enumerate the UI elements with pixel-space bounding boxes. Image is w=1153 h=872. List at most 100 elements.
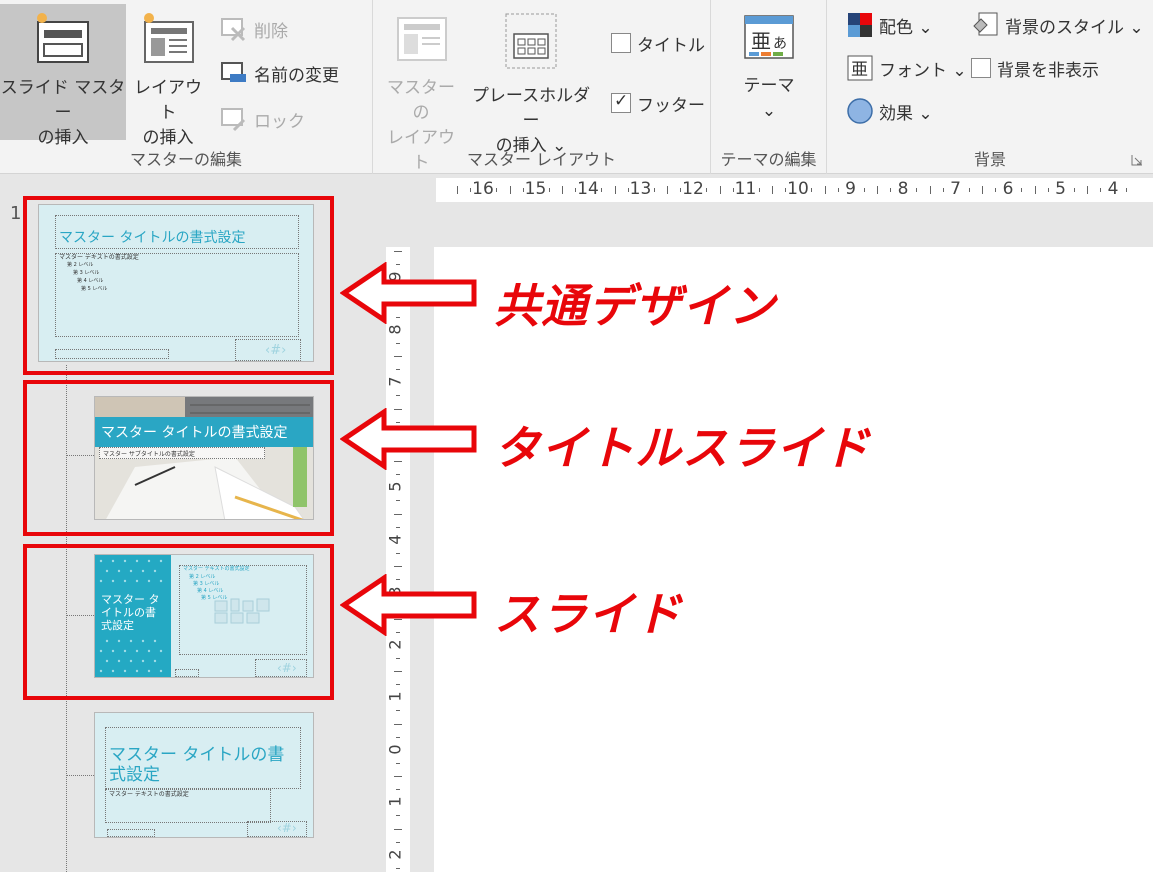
footer-checkbox[interactable]: フッター — [611, 88, 705, 118]
ruler-v-tick — [396, 474, 400, 475]
effects-label: 効果 ⌄ — [879, 103, 933, 124]
fonts-button[interactable]: 亜 フォント ⌄ — [847, 53, 967, 83]
delete-button[interactable]: 削除 — [220, 14, 288, 44]
colors-button[interactable]: 配色 ⌄ — [847, 10, 933, 40]
vertical-ruler: 987654321012 — [386, 247, 410, 872]
themes-button[interactable]: 亜 あ テーマ ⌄ — [715, 4, 823, 140]
insert-layout-button[interactable]: レイアウト の挿入 — [128, 4, 208, 148]
arrow-left-icon-2 — [340, 408, 477, 470]
ruler-h-tick — [470, 188, 471, 192]
insert-slide-master-button[interactable]: スライド マスター の挿入 — [0, 4, 126, 148]
master-layout-button[interactable]: マスターの レイアウト — [379, 4, 463, 173]
hide-background-label: 背景を非表示 — [997, 60, 1099, 81]
ruler-v-tick — [396, 369, 400, 370]
ruler-h-tick — [785, 188, 786, 192]
ruler-h-label: 10 — [787, 179, 809, 199]
ruler-h-tick — [509, 186, 511, 194]
ruler-h-tick — [575, 188, 576, 192]
thumbnail-layout-4[interactable]: マスター タイトルの書式設定 マスター テキストの書式設定 ‹#› — [94, 712, 314, 838]
svg-text:亜: 亜 — [751, 29, 771, 53]
highlight-slide — [23, 544, 334, 700]
ruler-h-label: 5 — [1055, 179, 1066, 199]
ruler-h-tick — [811, 188, 812, 192]
highlight-title-slide — [23, 380, 334, 536]
slide-number: 1 — [10, 203, 22, 224]
layout-icon — [144, 13, 194, 63]
ruler-h-tick — [548, 188, 550, 192]
ruler-v-label: 2 — [385, 848, 405, 860]
ruler-h-tick — [929, 186, 931, 194]
slide-canvas[interactable] — [434, 247, 1153, 872]
title-checkbox-box[interactable] — [611, 33, 631, 53]
ruler-v-tick — [396, 526, 400, 528]
ruler-h-tick — [1047, 188, 1049, 192]
theme-icon: 亜 あ — [744, 15, 794, 59]
fonts-label: フォント ⌄ — [879, 60, 967, 81]
ruler-v-tick — [396, 500, 400, 501]
layout4-thumb-body: マスター テキストの書式設定 — [109, 791, 189, 798]
ruler-h-label: 14 — [577, 179, 599, 199]
master-layout-icon — [397, 17, 447, 61]
slide-master-icon — [37, 13, 89, 63]
lock-icon — [221, 108, 246, 132]
ruler-h-tick — [457, 186, 458, 194]
ruler-h-tick — [496, 188, 497, 192]
footer-checkbox-box[interactable] — [611, 91, 631, 113]
ruler-v-tick — [396, 762, 400, 764]
dialog-launcher-icon[interactable] — [1131, 154, 1143, 166]
svg-text:あ: あ — [773, 36, 787, 52]
horizontal-ruler: 16 15 14 13 12 11 10 9 8 7 6 5 4 — [436, 178, 1153, 202]
ruler-h-tick — [995, 188, 996, 192]
ruler-h-tick — [1087, 186, 1088, 194]
ruler-h-tick — [653, 188, 655, 192]
ruler-v-label: 2 — [385, 638, 405, 650]
ruler-v-tick — [396, 552, 400, 554]
group-label-master-edit: マスターの編集 — [129, 150, 242, 169]
ruler-h-tick — [837, 188, 839, 192]
title-checkbox-label: タイトル — [637, 35, 705, 56]
ruler-h-tick — [719, 186, 721, 194]
ruler-h-tick — [863, 188, 865, 192]
ruler-h-label: 7 — [950, 179, 961, 199]
hide-background-checkbox[interactable]: 背景を非表示 — [971, 53, 1099, 83]
rename-label: 名前の変更 — [254, 65, 339, 86]
ruler-h-tick — [1034, 186, 1036, 194]
ruler-v-tick — [394, 513, 402, 515]
ruler-h-tick — [824, 186, 826, 194]
themes-label: テーマ — [743, 76, 795, 96]
lock-button[interactable]: ロック — [220, 104, 305, 134]
ruler-h-label: 15 — [524, 179, 547, 199]
rename-button[interactable]: 名前の変更 — [220, 58, 339, 88]
ruler-h-tick — [614, 186, 616, 194]
ruler-h-label: 13 — [629, 179, 652, 199]
ruler-h-tick — [758, 188, 760, 192]
insert-layout-label-1: レイアウト — [134, 78, 202, 123]
ruler-h-tick — [916, 188, 917, 192]
ruler-v-label: 5 — [385, 481, 405, 492]
master-layout-label-1: マスターの — [387, 78, 455, 123]
ruler-h-tick — [1126, 188, 1127, 192]
svg-text:亜: 亜 — [851, 60, 868, 80]
background-styles-button[interactable]: 背景のスタイル ⌄ — [973, 10, 1144, 40]
layout4-footer-placeholder — [107, 829, 155, 837]
hide-background-checkbox-box[interactable] — [971, 58, 991, 78]
effects-button[interactable]: 効果 ⌄ — [847, 96, 933, 126]
ruler-h-tick — [877, 186, 878, 194]
ruler-h-tick — [562, 186, 563, 194]
ruler-v-tick — [396, 841, 400, 843]
ruler-h-tick — [1073, 188, 1075, 192]
delete-label: 削除 — [254, 21, 288, 42]
insert-placeholder-button[interactable]: プレースホルダー の挿入 ⌄ — [467, 4, 595, 156]
ruler-v-tick — [396, 342, 400, 344]
ruler-v-tick — [394, 723, 402, 725]
rename-icon — [221, 62, 246, 82]
ruler-v-tick — [396, 710, 400, 711]
ruler-h-tick — [627, 188, 629, 192]
ruler-v-tick — [396, 684, 400, 685]
background-styles-label: 背景のスタイル ⌄ — [1005, 17, 1144, 38]
group-master-edit: スライド マスター の挿入 レイアウト の挿入 削除 名前の変更 ロック マスタ… — [0, 0, 373, 174]
ruler-v-label: 1 — [385, 796, 405, 807]
ruler-h-label: 4 — [1107, 179, 1119, 199]
title-checkbox[interactable]: タイトル — [611, 28, 705, 58]
ruler-h-tick — [601, 188, 602, 192]
